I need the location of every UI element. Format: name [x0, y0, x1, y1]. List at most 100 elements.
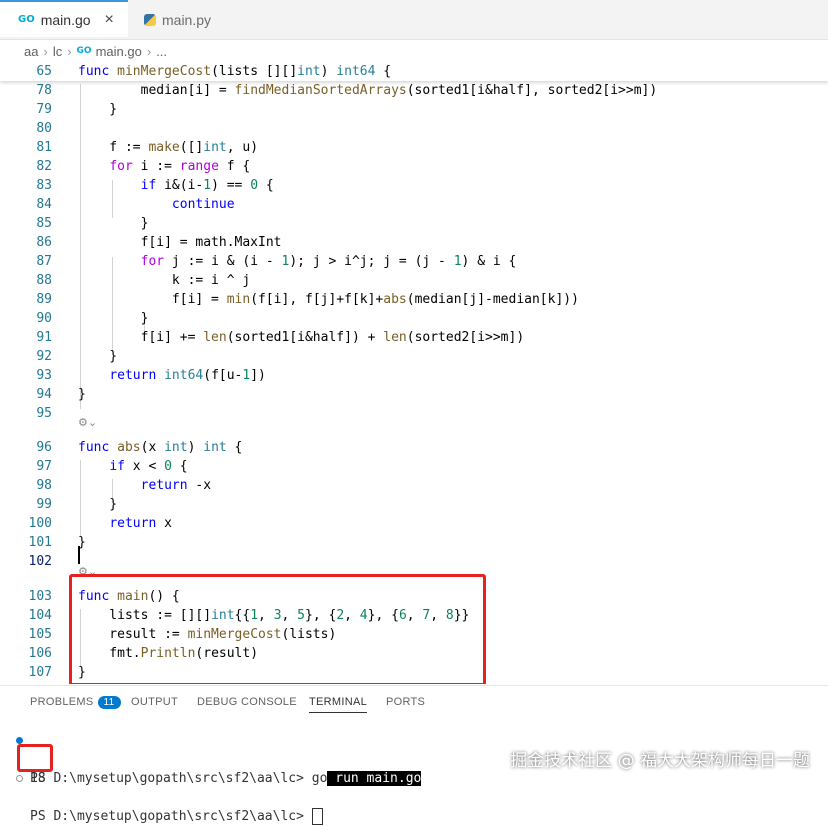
- tab-label: main.go: [40, 11, 91, 28]
- line-number[interactable]: 79: [0, 100, 52, 119]
- line-number[interactable]: 89: [0, 290, 52, 309]
- line-number[interactable]: 95: [0, 404, 52, 423]
- code-text: f := make([]int, u): [78, 140, 259, 155]
- breadcrumb: aa › lc › GO main.go › ...: [0, 40, 828, 62]
- line-number[interactable]: 102: [0, 552, 52, 571]
- line-number[interactable]: 107: [0, 663, 52, 682]
- code-text: for j := i & (i - 1); j > i^j; j = (j - …: [140, 254, 517, 269]
- code-line[interactable]: 83 if i&(i-1) == 0 {: [0, 176, 828, 195]
- code-line[interactable]: 79 }: [0, 100, 828, 119]
- line-number[interactable]: 80: [0, 119, 52, 138]
- line-number[interactable]: 81: [0, 138, 52, 157]
- line-number[interactable]: 65: [0, 62, 52, 81]
- code-line[interactable]: 80: [0, 119, 828, 138]
- code-line[interactable]: 87 for j := i & (i - 1); j > i^j; j = (j…: [0, 252, 828, 271]
- code-line[interactable]: 65 func minMergeCost(lists [][]int) int64…: [0, 62, 828, 81]
- code-line[interactable]: 101}: [0, 533, 828, 552]
- code-line[interactable]: 93 return int64(f[u-1]): [0, 366, 828, 385]
- code-text: return -x: [140, 478, 212, 493]
- code-text: median[i] = findMedianSortedArrays(sorte…: [78, 83, 658, 98]
- go-gopher-icon: GO: [18, 14, 35, 25]
- breadcrumb-item[interactable]: ...: [156, 44, 167, 59]
- code-line[interactable]: 100 return x: [0, 514, 828, 533]
- code-line[interactable]: 91 f[i] += len(sorted1[i&half]) + len(so…: [0, 328, 828, 347]
- code-line[interactable]: 88 k := i ^ j: [0, 271, 828, 290]
- terminal-cursor: [311, 808, 323, 825]
- code-line[interactable]: 90 }: [0, 309, 828, 328]
- code-text: if x < 0 {: [109, 459, 188, 474]
- code-text: }: [78, 535, 86, 550]
- python-icon: [144, 13, 156, 26]
- code-line[interactable]: 78 median[i] = findMedianSortedArrays(so…: [0, 81, 828, 100]
- tab-ports[interactable]: PORTS: [386, 696, 425, 708]
- line-number[interactable]: 93: [0, 366, 52, 385]
- line-number[interactable]: 97: [0, 457, 52, 476]
- code-line[interactable]: 95: [0, 404, 828, 423]
- code-line[interactable]: 99 }: [0, 495, 828, 514]
- code-line[interactable]: 96 func abs(x int) int {: [0, 438, 828, 457]
- code-text: }: [78, 387, 86, 402]
- code-text: if i&(i-1) == 0 {: [140, 178, 274, 193]
- tab-terminal[interactable]: TERMINAL: [309, 696, 368, 713]
- code-line[interactable]: 85 }: [0, 214, 828, 233]
- line-number[interactable]: 78: [0, 81, 52, 100]
- line-number[interactable]: 98: [0, 476, 52, 495]
- line-number[interactable]: 85: [0, 214, 52, 233]
- line-number[interactable]: 91: [0, 328, 52, 347]
- code-line[interactable]: 82 for i := range f {: [0, 157, 828, 176]
- chevron-right-icon: ›: [43, 43, 48, 59]
- code-text: f[i] = min(f[i], f[j]+f[k]+abs(median[j]…: [78, 292, 579, 307]
- tab-main-go[interactable]: GO main.go ×: [0, 0, 128, 37]
- line-number[interactable]: 90: [0, 309, 52, 328]
- code-line[interactable]: 84 continue: [0, 195, 828, 214]
- command-success-dot-icon[interactable]: [16, 737, 23, 744]
- breadcrumb-item[interactable]: lc: [53, 44, 62, 59]
- code-text: for i := range f {: [109, 159, 251, 174]
- code-text: }: [78, 216, 149, 231]
- tab-main-py[interactable]: main.py: [128, 0, 246, 39]
- line-number[interactable]: 99: [0, 495, 52, 514]
- command-pending-dot-icon[interactable]: [16, 775, 23, 782]
- code-text: continue: [171, 197, 235, 212]
- line-number[interactable]: 104: [0, 606, 52, 625]
- code-text: f[i] += len(sorted1[i&half]) + len(sorte…: [78, 330, 525, 345]
- tab-output[interactable]: OUTPUT: [131, 696, 178, 708]
- tab-problems[interactable]: PROBLEMS 11: [30, 696, 121, 709]
- code-line[interactable]: 98 return -x: [0, 476, 828, 495]
- line-number[interactable]: 84: [0, 195, 52, 214]
- line-number[interactable]: 106: [0, 644, 52, 663]
- tab-label: main.py: [162, 11, 212, 28]
- sticky-scroll-header[interactable]: 65 func minMergeCost(lists [][]int) int64…: [0, 62, 828, 81]
- breadcrumb-item[interactable]: aa: [24, 44, 38, 59]
- code-line[interactable]: 89 f[i] = min(f[i], f[j]+f[k]+abs(median…: [0, 290, 828, 309]
- line-number[interactable]: 86: [0, 233, 52, 252]
- code-line[interactable]: 86 f[i] = math.MaxInt: [0, 233, 828, 252]
- line-number[interactable]: 94: [0, 385, 52, 404]
- code-text: k := i ^ j: [78, 273, 251, 288]
- code-line[interactable]: 92 }: [0, 347, 828, 366]
- line-number[interactable]: 105: [0, 625, 52, 644]
- panel-tab-bar: PROBLEMS 11 OUTPUT DEBUG CONSOLE TERMINAL…: [0, 685, 828, 722]
- line-number[interactable]: 88: [0, 271, 52, 290]
- code-text: }: [78, 497, 118, 512]
- code-line[interactable]: 102: [0, 552, 828, 571]
- highlight-box-main-func: [69, 574, 486, 684]
- code-editor[interactable]: ⚙⌄ ⚙⌄ 78 median[i] = findMedianSortedArr…: [0, 62, 828, 684]
- line-number[interactable]: 83: [0, 176, 52, 195]
- terminal-prompt: PS D:\mysetup\gopath\src\sf2\aa\lc>: [30, 809, 312, 824]
- code-line[interactable]: 97 if x < 0 {: [0, 457, 828, 476]
- line-number[interactable]: 92: [0, 347, 52, 366]
- line-number[interactable]: 96: [0, 438, 52, 457]
- line-number[interactable]: 101: [0, 533, 52, 552]
- line-number[interactable]: 82: [0, 157, 52, 176]
- close-icon[interactable]: ×: [105, 11, 114, 29]
- highlight-box-output: [17, 744, 53, 772]
- line-number[interactable]: 87: [0, 252, 52, 271]
- tab-debug-console[interactable]: DEBUG CONSOLE: [197, 696, 297, 708]
- code-line[interactable]: 81 f := make([]int, u): [0, 138, 828, 157]
- line-number[interactable]: 103: [0, 587, 52, 606]
- chevron-right-icon: ›: [146, 43, 152, 59]
- code-line[interactable]: 94}: [0, 385, 828, 404]
- line-number[interactable]: 100: [0, 514, 52, 533]
- breadcrumb-item[interactable]: main.go: [96, 44, 142, 59]
